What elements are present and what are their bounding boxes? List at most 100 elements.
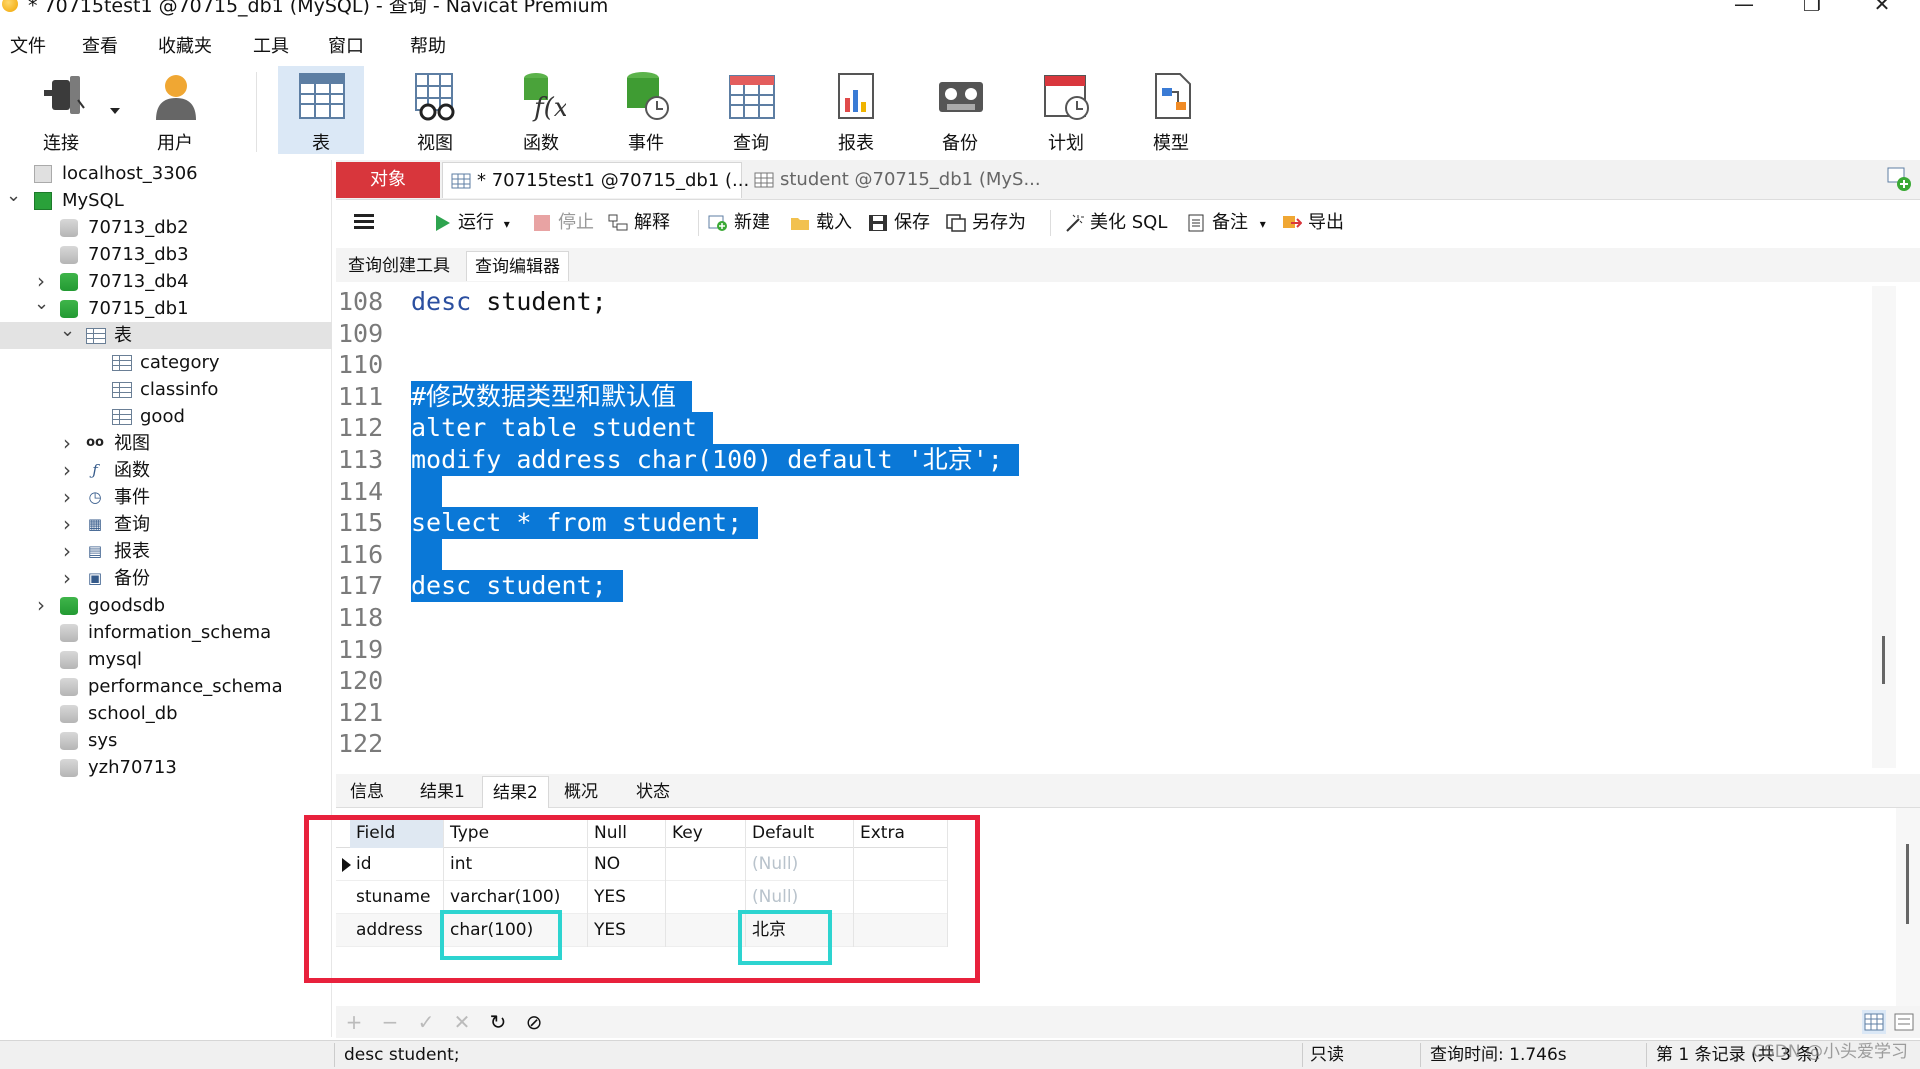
load-button[interactable]: 载入 (790, 210, 852, 236)
toolbar-schedule-button[interactable]: 计划 (1023, 66, 1109, 154)
apply-changes-icon[interactable]: ✓ (414, 1010, 438, 1034)
note-button[interactable]: 备注 ▾ (1186, 210, 1266, 236)
code-line[interactable]: select * from student; (411, 507, 759, 539)
tab-status[interactable]: 状态 (626, 776, 680, 808)
menu-tools[interactable]: 工具 (253, 32, 289, 58)
export-button[interactable]: 导出 (1282, 210, 1344, 236)
tree-item[interactable]: yzh70713 (0, 754, 332, 781)
new-tab-icon[interactable] (1886, 166, 1912, 192)
tree-item[interactable]: category (0, 349, 332, 376)
tree-item[interactable]: › ƒ 函数 (0, 457, 332, 484)
toolbar-model-button[interactable]: 模型 (1128, 66, 1214, 154)
refresh-icon[interactable]: ↻ (486, 1010, 510, 1034)
grid-scrollbar[interactable] (1896, 808, 1920, 1008)
tab-query-builder[interactable]: 查询创建工具 (340, 251, 458, 281)
toolbar-view-button[interactable]: 视图 (392, 66, 478, 154)
chevron-down-icon[interactable]: ⌄ (60, 322, 75, 340)
tree-item[interactable]: 70713_db2 (0, 214, 332, 241)
chevron-right-icon[interactable]: › (60, 538, 74, 564)
tab-info[interactable]: 信息 (340, 776, 394, 808)
tree-item[interactable]: 70713_db3 (0, 241, 332, 268)
toolbar-event-button[interactable]: 事件 (603, 66, 689, 154)
code-line[interactable]: desc student; (411, 570, 623, 602)
code-line[interactable] (411, 538, 443, 571)
chevron-right-icon[interactable]: › (60, 511, 74, 537)
tree-item[interactable]: › ▣ 备份 (0, 565, 332, 592)
code-line[interactable]: desc student; (411, 286, 607, 318)
connection-dropdown-icon[interactable] (110, 108, 120, 114)
code-line[interactable]: alter table student (411, 412, 713, 444)
code-line[interactable] (411, 475, 443, 508)
tree-item[interactable]: › ◷ 事件 (0, 484, 332, 511)
tree-item[interactable]: › ▤ 报表 (0, 538, 332, 565)
explain-button[interactable]: 解释 (608, 210, 670, 236)
toolbar-connection-button[interactable]: 连接 (18, 66, 104, 154)
minimize-button[interactable]: — (1714, 0, 1774, 16)
chevron-right-icon[interactable]: › (60, 565, 74, 591)
tree-item[interactable]: performance_schema (0, 673, 332, 700)
tab-table[interactable]: student @70715_db1 (MyS... (746, 162, 1046, 198)
close-button[interactable]: ✕ (1852, 0, 1912, 16)
sql-editor[interactable]: 108 desc student; 109 110 111 #修改数据类型和默认值 112 a… (336, 286, 1896, 768)
menu-file[interactable]: 文件 (10, 32, 46, 58)
chevron-right-icon[interactable]: › (60, 457, 74, 483)
form-view-icon[interactable] (1892, 1010, 1916, 1034)
hamburger-menu-icon[interactable] (354, 214, 374, 217)
tree-item[interactable]: ⌄ MySQL (0, 187, 332, 214)
toolbar-user-button[interactable]: 用户 (132, 66, 218, 154)
toolbar-backup-button[interactable]: 备份 (917, 66, 1003, 154)
toolbar-table-button[interactable]: 表 (278, 66, 364, 154)
delete-record-icon[interactable]: − (378, 1010, 402, 1034)
tree-item[interactable]: › 70713_db4 (0, 268, 332, 295)
tree-item[interactable]: › oo 视图 (0, 430, 332, 457)
stop-button[interactable]: 停止 (532, 210, 594, 236)
save-as-button[interactable]: 另存为 (946, 210, 1026, 236)
new-query-button[interactable]: 新建 (708, 210, 770, 236)
add-record-icon[interactable]: + (342, 1010, 366, 1034)
scrollbar-thumb[interactable] (1906, 844, 1909, 924)
code-line[interactable]: #修改数据类型和默认值 (411, 380, 693, 413)
toolbar-query-button[interactable]: 查询 (708, 66, 794, 154)
toolbar-report-button[interactable]: 报表 (813, 66, 899, 154)
menu-favorites[interactable]: 收藏夹 (158, 32, 212, 58)
tab-result2[interactable]: 结果2 (482, 776, 549, 808)
tab-result1[interactable]: 结果1 (410, 776, 475, 808)
tree-item[interactable]: sys (0, 727, 332, 754)
menu-help[interactable]: 帮助 (410, 32, 446, 58)
maximize-button[interactable]: ❐ (1782, 0, 1842, 16)
tree-item[interactable]: mysql (0, 646, 332, 673)
chevron-down-icon[interactable]: ⌄ (34, 295, 49, 313)
menu-window[interactable]: 窗口 (328, 32, 364, 58)
tab-query[interactable]: * 70715test1 @70715_db1 (... (442, 162, 749, 198)
tree-item[interactable]: good (0, 403, 332, 430)
discard-changes-icon[interactable]: ✕ (450, 1010, 474, 1034)
beautify-sql-button[interactable]: 美化 SQL (1064, 210, 1167, 236)
tree-item[interactable]: localhost_3306 (0, 160, 332, 187)
connection-tree[interactable]: localhost_3306 ⌄ MySQL 70713_db2 70713_db3 › 7… (0, 160, 332, 1037)
tree-item[interactable]: school_db (0, 700, 332, 727)
tree-item[interactable]: › goodsdb (0, 592, 332, 619)
tab-profile[interactable]: 概况 (554, 776, 608, 808)
code-line[interactable]: modify address char(100) default '北京'; (411, 444, 1019, 476)
note-dropdown-icon[interactable]: ▾ (1260, 217, 1266, 231)
tree-item[interactable]: classinfo (0, 376, 332, 403)
tree-item[interactable]: ⌄ 表 (0, 322, 332, 349)
tree-item[interactable]: ⌄ 70715_db1 (0, 295, 332, 322)
chevron-right-icon[interactable]: › (34, 268, 48, 294)
chevron-right-icon[interactable]: › (60, 484, 74, 510)
stop-icon[interactable]: ⊘ (522, 1010, 546, 1034)
scrollbar-thumb[interactable] (1882, 636, 1885, 684)
tab-objects[interactable]: 对象 (336, 162, 440, 198)
tab-query-editor[interactable]: 查询编辑器 (466, 251, 569, 281)
chevron-right-icon[interactable]: › (60, 430, 74, 456)
tree-item[interactable]: information_schema (0, 619, 332, 646)
run-dropdown-icon[interactable]: ▾ (504, 217, 510, 231)
grid-view-icon[interactable] (1862, 1010, 1886, 1034)
run-button[interactable]: 运行 ▾ (432, 210, 510, 236)
toolbar-function-button[interactable]: f(x) 函数 (498, 66, 584, 154)
save-button[interactable]: 保存 (868, 210, 930, 236)
chevron-down-icon[interactable]: ⌄ (6, 187, 21, 205)
menu-view[interactable]: 查看 (82, 32, 118, 58)
tree-item[interactable]: › ▦ 查询 (0, 511, 332, 538)
chevron-right-icon[interactable]: › (34, 592, 48, 618)
